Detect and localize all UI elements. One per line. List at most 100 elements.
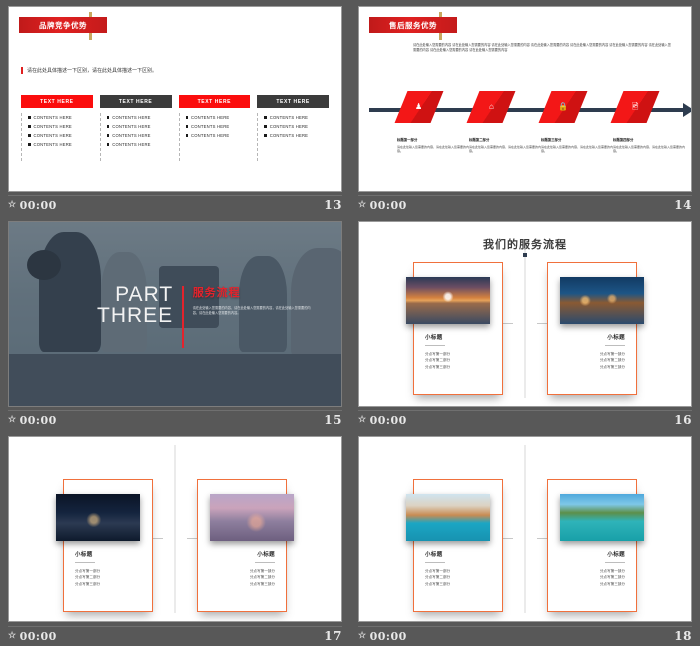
slide-16[interactable]: 我们的服务流程 小标题 分点写第一部分 分点写第二部分 分点写第三部分 小标题 xyxy=(358,221,692,407)
slide-cell-18[interactable]: 小标题 分点写第一部分 分点写第二部分 分点写第三部分 小标题 分点写第一部分 … xyxy=(350,430,700,646)
card-right-body: 小标题 分点写第一部分 分点写第二部分 分点写第三部分 xyxy=(559,550,625,587)
list-item: CONTENTS HERE xyxy=(28,113,93,122)
column-3[interactable]: TEXT HERE CONTENTS HERE CONTENTS HERE CO… xyxy=(178,95,251,161)
four-column-block: TEXT HERE CONTENTS HERE CONTENTS HERE CO… xyxy=(21,95,329,161)
card-rule xyxy=(425,561,445,563)
lock-icon: 🔒 xyxy=(558,102,568,111)
card-line: 分点写第三部分 xyxy=(599,364,625,369)
timeline-caption-4-text: 请在此处输入您需要的内容，请在此处输入您需要的内容。 xyxy=(613,145,686,154)
column-4-header[interactable]: TEXT HERE xyxy=(257,95,329,108)
list-item-label: CONTENTS HERE xyxy=(33,133,72,138)
card-subtitle: 小标题 xyxy=(425,552,443,558)
content-card-left[interactable]: 小标题 分点写第一部分 分点写第二部分 分点写第三部分 xyxy=(56,479,153,612)
red-tick-icon xyxy=(21,67,23,74)
bullet-icon xyxy=(106,143,110,146)
timeline-node-4[interactable]: 🖻 xyxy=(610,91,660,123)
slide-footer-17: ☆ 00:00 17 xyxy=(0,626,350,646)
bullet-icon xyxy=(106,116,110,119)
timeline-caption-1-text: 请在此处输入您需要的内容，请在此处输入您需要的内容。 xyxy=(397,145,470,154)
slide-13[interactable]: 品牌竞争优势 请在此处具体描述一下区别，请在此处具体描述一下区别。 TEXT H… xyxy=(8,6,342,192)
page-number: 16 xyxy=(674,413,692,427)
slide-cell-14[interactable]: 售后服务优势 请在此处输入您需要的内容 请在此处输入您需要的内容 请在此处输入您… xyxy=(350,0,700,215)
card-subtitle: 小标题 xyxy=(257,552,275,558)
slide-title-banner: 品牌竞争优势 xyxy=(19,17,107,33)
timeline-caption-3-text: 请在此处输入您需要的内容，请在此处输入您需要的内容。 xyxy=(541,145,614,154)
bullet-icon xyxy=(106,134,110,137)
list-item-label: CONTENTS HERE xyxy=(191,115,230,120)
part-number-line1: PART xyxy=(115,283,174,306)
page-number: 17 xyxy=(324,629,342,643)
bullet-icon xyxy=(185,134,188,137)
list-item-label: CONTENTS HERE xyxy=(112,142,151,147)
bullet-icon xyxy=(264,134,267,137)
list-item: CONTENTS HERE xyxy=(185,122,251,131)
card-subtitle: 小标题 xyxy=(75,552,93,558)
list-item-label: CONTENTS HERE xyxy=(269,124,309,129)
bullet-icon xyxy=(28,125,31,128)
page-number: 14 xyxy=(674,198,692,212)
column-1[interactable]: TEXT HERE CONTENTS HERE CONTENTS HERE CO… xyxy=(21,95,93,161)
card-subtitle: 小标题 xyxy=(607,552,625,558)
bullet-icon xyxy=(264,125,267,128)
red-divider-line xyxy=(182,286,184,348)
card-left-body: 小标题 分点写第一部分 分点写第二部分 分点写第三部分 xyxy=(425,333,491,370)
bullet-icon xyxy=(264,116,267,119)
timeline-caption-1: 标题第一部分 请在此处输入您需要的内容，请在此处输入您需要的内容。 xyxy=(397,137,469,154)
slide-14[interactable]: 售后服务优势 请在此处输入您需要的内容 请在此处输入您需要的内容 请在此处输入您… xyxy=(358,6,692,192)
card-right-body: 小标题 分点写第一部分 分点写第二部分 分点写第三部分 xyxy=(559,333,625,370)
card-subtitle: 小标题 xyxy=(607,335,625,341)
list-item-label: CONTENTS HERE xyxy=(269,133,309,138)
timeline-caption-3: 标题第三部分 请在此处输入您需要的内容，请在此处输入您需要的内容。 xyxy=(541,137,613,154)
list-item-label: CONTENTS HERE xyxy=(112,133,151,138)
timeline-arrowhead-icon xyxy=(683,103,691,117)
timeline-node-3[interactable]: 🔒 xyxy=(538,91,588,123)
part-number-line2: THREE xyxy=(97,304,174,327)
column-1-items: CONTENTS HERE CONTENTS HERE CONTENTS HER… xyxy=(21,113,93,161)
footer-divider xyxy=(8,410,342,411)
content-card-right[interactable]: 小标题 分点写第一部分 分点写第二部分 分点写第三部分 xyxy=(197,479,294,612)
footer-divider xyxy=(358,626,692,627)
content-card-right[interactable]: 小标题 分点写第一部分 分点写第二部分 分点写第三部分 xyxy=(547,262,644,395)
slide-18[interactable]: 小标题 分点写第一部分 分点写第二部分 分点写第三部分 小标题 分点写第一部分 … xyxy=(358,436,692,622)
column-1-header[interactable]: TEXT HERE xyxy=(21,95,93,108)
list-item-label: CONTENTS HERE xyxy=(269,115,309,120)
slide-15[interactable]: PART THREE 服务流程 请在此处输入您需要的内容，请在此处输入您需要的内… xyxy=(8,221,342,407)
slide-cell-16[interactable]: 我们的服务流程 小标题 分点写第一部分 分点写第二部分 分点写第三部分 小标题 xyxy=(350,215,700,430)
slide-footer-13: ☆ 00:00 13 xyxy=(0,195,350,215)
column-4[interactable]: TEXT HERE CONTENTS HERE CONTENTS HERE CO… xyxy=(257,95,329,161)
column-2-header[interactable]: TEXT HERE xyxy=(99,95,172,108)
card-line: 分点写第三部分 xyxy=(425,364,451,369)
slide-title-text: 售后服务优势 xyxy=(389,20,437,30)
center-spine-line xyxy=(524,248,526,398)
content-card-left[interactable]: 小标题 分点写第一部分 分点写第二部分 分点写第三部分 xyxy=(406,479,503,612)
slide-cell-15[interactable]: PART THREE 服务流程 请在此处输入您需要的内容，请在此处输入您需要的内… xyxy=(0,215,350,430)
slide-17[interactable]: 小标题 分点写第一部分 分点写第二部分 分点写第三部分 小标题 分点写第一部分 … xyxy=(8,436,342,622)
footer-divider xyxy=(8,195,342,196)
bullet-icon xyxy=(185,125,188,128)
timeline-caption-4: 标题第四部分 请在此处输入您需要的内容，请在此处输入您需要的内容。 xyxy=(613,137,685,154)
person-icon: ♟ xyxy=(415,102,423,111)
content-card-left[interactable]: 小标题 分点写第一部分 分点写第二部分 分点写第三部分 xyxy=(406,262,503,395)
column-3-items: CONTENTS HERE CONTENTS HERE CONTENTS HER… xyxy=(178,113,251,161)
lead-paragraph-text: 请在此处具体描述一下区别，请在此处具体描述一下区别。 xyxy=(27,68,158,74)
footer-time: 00:00 xyxy=(369,629,407,643)
card-line: 分点写第三部分 xyxy=(249,581,275,586)
section-description: 请在此处输入您需要的内容，请在此处输入您需要的内容，请在此处输入您需要的内容，请… xyxy=(192,306,311,315)
timeline-node-2[interactable]: ⌂ xyxy=(466,91,516,123)
section-title: 服务流程 xyxy=(192,286,241,299)
column-2[interactable]: TEXT HERE CONTENTS HERE CONTENTS HERE CO… xyxy=(99,95,172,161)
star-icon: ☆ xyxy=(8,200,17,210)
content-card-right[interactable]: 小标题 分点写第一部分 分点写第二部分 分点写第三部分 xyxy=(547,479,644,612)
timeline-caption-2-text: 请在此处输入您需要的内容，请在此处输入您需要的内容。 xyxy=(469,145,542,154)
list-item: CONTENTS HERE xyxy=(185,131,251,140)
bullet-icon xyxy=(185,116,188,119)
star-icon: ☆ xyxy=(358,415,367,425)
slide-cell-17[interactable]: 小标题 分点写第一部分 分点写第二部分 分点写第三部分 小标题 分点写第一部分 … xyxy=(0,430,350,646)
timeline-caption-4-heading: 标题第四部分 xyxy=(613,138,634,142)
section-divider-content: PART THREE 服务流程 请在此处输入您需要的内容，请在此处输入您需要的内… xyxy=(97,284,313,348)
column-3-header[interactable]: TEXT HERE xyxy=(178,95,251,108)
slide-cell-13[interactable]: 品牌竞争优势 请在此处具体描述一下区别，请在此处具体描述一下区别。 TEXT H… xyxy=(0,0,350,215)
list-item: CONTENTS HERE xyxy=(106,131,172,140)
slide-footer-18: ☆ 00:00 18 xyxy=(350,626,700,646)
timeline-node-1[interactable]: ♟ xyxy=(394,91,444,123)
